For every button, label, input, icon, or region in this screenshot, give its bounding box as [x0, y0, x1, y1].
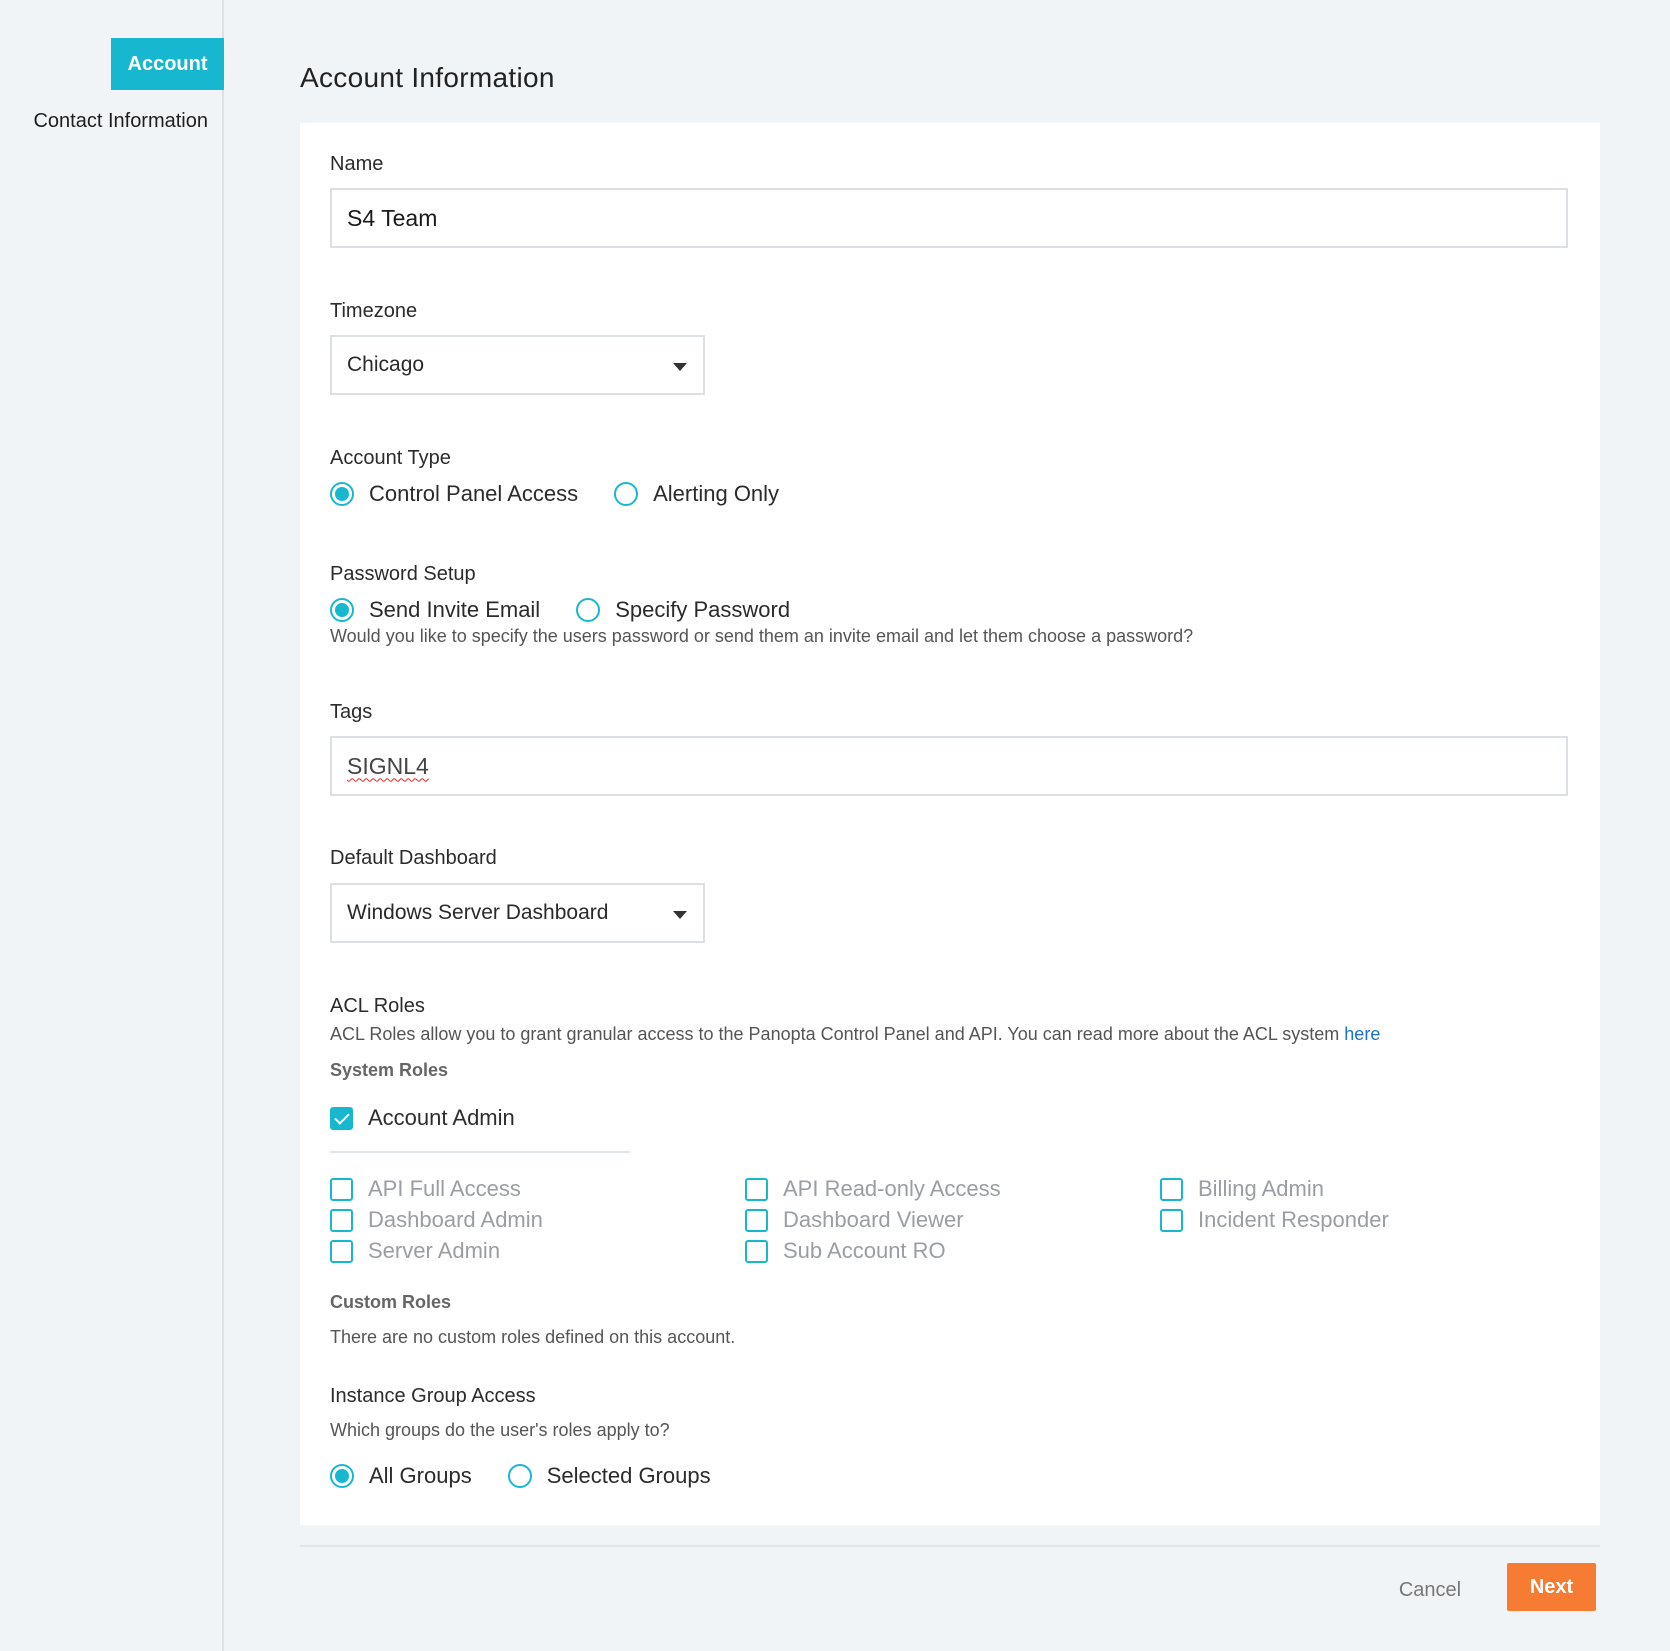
radio-unselected-icon [576, 598, 601, 622]
checkbox-unchecked-icon [330, 1177, 353, 1201]
timezone-select[interactable]: Chicago [330, 335, 705, 395]
radio-selected-icon [330, 1464, 354, 1488]
radio-label: Alerting Only [653, 481, 780, 506]
radio-specify-password[interactable]: Specify Password [576, 597, 790, 623]
radio-all-groups[interactable]: All Groups [330, 1463, 472, 1489]
tags-input-value: SIGNL4 [347, 752, 429, 779]
caret-down-icon [673, 911, 687, 919]
account-type-radio-group: Control Panel Access Alerting Only [330, 481, 779, 507]
checkbox-label: Incident Responder [1198, 1207, 1389, 1232]
checkbox-unchecked-icon [330, 1208, 353, 1232]
checkbox-account-admin[interactable]: Account Admin [330, 1105, 515, 1131]
checkbox-dashboard-admin[interactable]: Dashboard Admin [330, 1207, 543, 1233]
radio-selected-icon [330, 482, 354, 506]
checkbox-api-read-only-access[interactable]: API Read-only Access [745, 1176, 1001, 1202]
tags-input[interactable]: SIGNL4 [330, 736, 1568, 796]
name-input-value: S4 Team [347, 204, 438, 231]
checkbox-unchecked-icon [1160, 1208, 1183, 1232]
instance-group-radio-group: All Groups Selected Groups [330, 1463, 711, 1489]
sidebar-item-label: Account [127, 52, 208, 75]
radio-label: All Groups [369, 1463, 472, 1488]
password-setup-help: Would you like to specify the users pass… [330, 626, 1194, 646]
account-form-card: Name S4 Team Timezone Chicago Account Ty… [300, 123, 1600, 1525]
cancel-button[interactable]: Cancel [1375, 1566, 1485, 1614]
checkbox-incident-responder[interactable]: Incident Responder [1160, 1207, 1389, 1233]
checkbox-label: Sub Account RO [783, 1238, 946, 1263]
tags-label: Tags [330, 701, 373, 723]
radio-control-panel-access[interactable]: Control Panel Access [330, 481, 578, 507]
checkbox-server-admin[interactable]: Server Admin [330, 1238, 500, 1264]
checkbox-sub-account-ro[interactable]: Sub Account RO [745, 1238, 946, 1264]
timezone-select-value: Chicago [347, 353, 425, 376]
default-dashboard-label: Default Dashboard [330, 847, 497, 869]
page-title: Account Information [300, 62, 555, 93]
radio-label: Control Panel Access [369, 481, 579, 506]
checkbox-unchecked-icon [1160, 1177, 1183, 1201]
system-roles-label: System Roles [330, 1060, 449, 1080]
radio-selected-icon [330, 598, 354, 622]
radio-alerting-only[interactable]: Alerting Only [614, 481, 779, 507]
acl-roles-help-text: ACL Roles allow you to grant granular ac… [330, 1024, 1340, 1044]
timezone-label: Timezone [330, 300, 418, 322]
caret-down-icon [673, 363, 687, 371]
checkbox-billing-admin[interactable]: Billing Admin [1160, 1176, 1324, 1202]
checkbox-unchecked-icon [745, 1239, 768, 1263]
roles-divider [330, 1151, 630, 1153]
instance-group-access-help: Which groups do the user's roles apply t… [330, 1420, 670, 1440]
radio-label: Send Invite Email [369, 597, 541, 622]
checkbox-checked-icon [330, 1106, 353, 1130]
acl-help-link[interactable]: here [1344, 1024, 1380, 1044]
default-dashboard-select[interactable]: Windows Server Dashboard [330, 883, 705, 943]
footer-divider [300, 1545, 1600, 1547]
next-button[interactable]: Next [1507, 1563, 1596, 1611]
acl-roles-label: ACL Roles [330, 995, 425, 1017]
sidebar-item-account[interactable]: Account [111, 38, 224, 90]
sidebar-item-contact-information[interactable]: Contact Information [20, 110, 208, 133]
checkbox-label: Dashboard Viewer [783, 1207, 964, 1232]
custom-roles-empty-text: There are no custom roles defined on thi… [330, 1327, 736, 1347]
checkbox-dashboard-viewer[interactable]: Dashboard Viewer [745, 1207, 964, 1233]
password-setup-radio-group: Send Invite Email Specify Password [330, 597, 790, 623]
checkbox-label: Dashboard Admin [368, 1207, 543, 1232]
checkbox-label: API Read-only Access [783, 1176, 1001, 1201]
radio-label: Specify Password [615, 597, 791, 622]
instance-group-access-label: Instance Group Access [330, 1385, 536, 1407]
radio-send-invite-email[interactable]: Send Invite Email [330, 597, 540, 623]
radio-selected-groups[interactable]: Selected Groups [507, 1463, 711, 1489]
account-type-label: Account Type [330, 447, 451, 469]
checkbox-label: Server Admin [368, 1238, 501, 1263]
radio-unselected-icon [614, 482, 639, 506]
checkbox-unchecked-icon [745, 1177, 768, 1201]
name-input[interactable]: S4 Team [330, 188, 1568, 248]
checkbox-unchecked-icon [330, 1239, 353, 1263]
checkbox-label: API Full Access [368, 1176, 521, 1201]
checkbox-label: Account Admin [368, 1105, 515, 1130]
sidebar-item-label: Contact Information [33, 110, 208, 132]
sidebar: Account Contact Information [0, 0, 224, 1651]
checkbox-label: Billing Admin [1198, 1176, 1324, 1201]
name-label: Name [330, 153, 384, 175]
checkbox-unchecked-icon [745, 1208, 768, 1232]
password-setup-label: Password Setup [330, 563, 476, 585]
checkbox-api-full-access[interactable]: API Full Access [330, 1176, 521, 1202]
custom-roles-label: Custom Roles [330, 1292, 452, 1312]
radio-unselected-icon [507, 1464, 532, 1488]
radio-label: Selected Groups [546, 1463, 711, 1488]
default-dashboard-select-value: Windows Server Dashboard [347, 901, 609, 924]
acl-roles-help: ACL Roles allow you to grant granular ac… [330, 1024, 1380, 1045]
